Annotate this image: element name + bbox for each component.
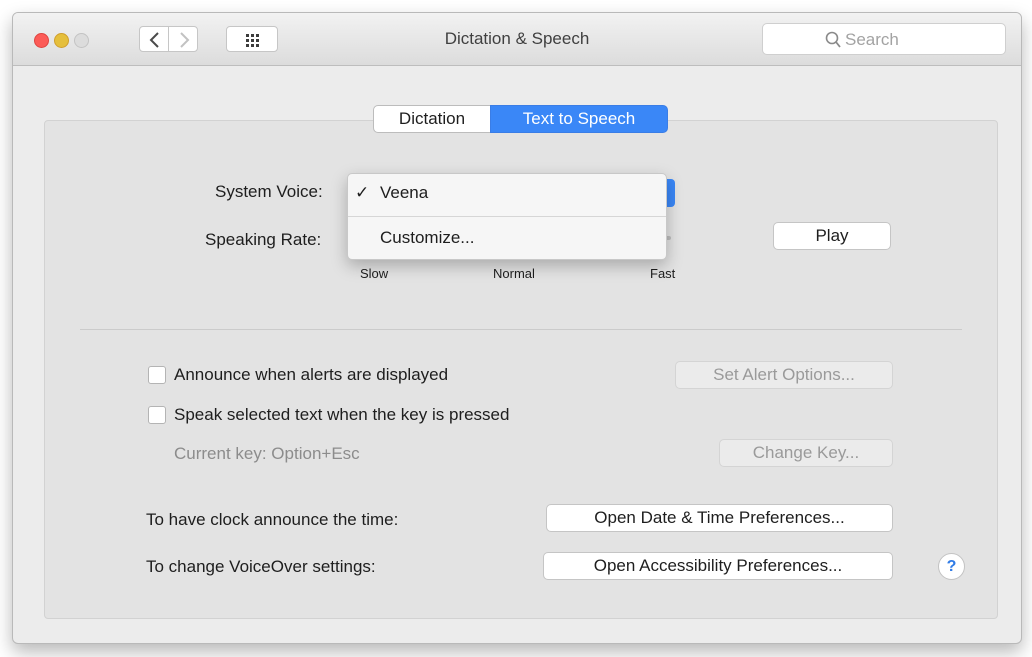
announce-alerts-label: Announce when alerts are displayed: [174, 365, 449, 384]
change-key-button[interactable]: Change Key...: [719, 439, 893, 467]
preferences-window: Dictation & Speech Search Dictation Text…: [12, 12, 1022, 644]
search-icon: [825, 31, 841, 48]
play-button[interactable]: Play: [773, 222, 891, 250]
open-accessibility-button[interactable]: Open Accessibility Preferences...: [543, 552, 893, 580]
menu-item-label: Veena: [380, 183, 429, 202]
speaking-rate-label: Speaking Rate:: [205, 230, 322, 249]
speak-selected-checkbox[interactable]: [148, 406, 166, 424]
current-key-text: Current key: Option+Esc: [174, 444, 360, 463]
search-placeholder: Search: [845, 30, 899, 49]
clock-announce-label: To have clock announce the time:: [146, 510, 399, 529]
menu-item-customize[interactable]: Customize...: [348, 220, 666, 256]
search-input[interactable]: Search: [762, 23, 1006, 55]
divider: [80, 329, 962, 330]
menu-item-label: Customize...: [380, 228, 475, 247]
rate-tick-slow: Slow: [360, 266, 389, 281]
speak-selected-label: Speak selected text when the key is pres…: [174, 405, 510, 424]
system-voice-label: System Voice:: [215, 182, 323, 201]
tab-dictation[interactable]: Dictation: [373, 105, 491, 133]
announce-alerts-checkbox[interactable]: [148, 366, 166, 384]
rate-tick-fast: Fast: [650, 266, 676, 281]
tab-text-to-speech[interactable]: Text to Speech: [490, 105, 668, 133]
menu-separator: [348, 216, 666, 217]
set-alert-options-button[interactable]: Set Alert Options...: [675, 361, 893, 389]
system-voice-menu: ✓ Veena Customize...: [347, 173, 667, 260]
menu-item-veena[interactable]: ✓ Veena: [348, 175, 666, 211]
help-icon[interactable]: ?: [938, 553, 965, 580]
rate-tick-normal: Normal: [493, 266, 535, 281]
voiceover-label: To change VoiceOver settings:: [146, 557, 376, 576]
titlebar: Dictation & Speech Search: [13, 13, 1021, 66]
checkmark-icon: ✓: [355, 183, 370, 202]
open-date-time-button[interactable]: Open Date & Time Preferences...: [546, 504, 893, 532]
